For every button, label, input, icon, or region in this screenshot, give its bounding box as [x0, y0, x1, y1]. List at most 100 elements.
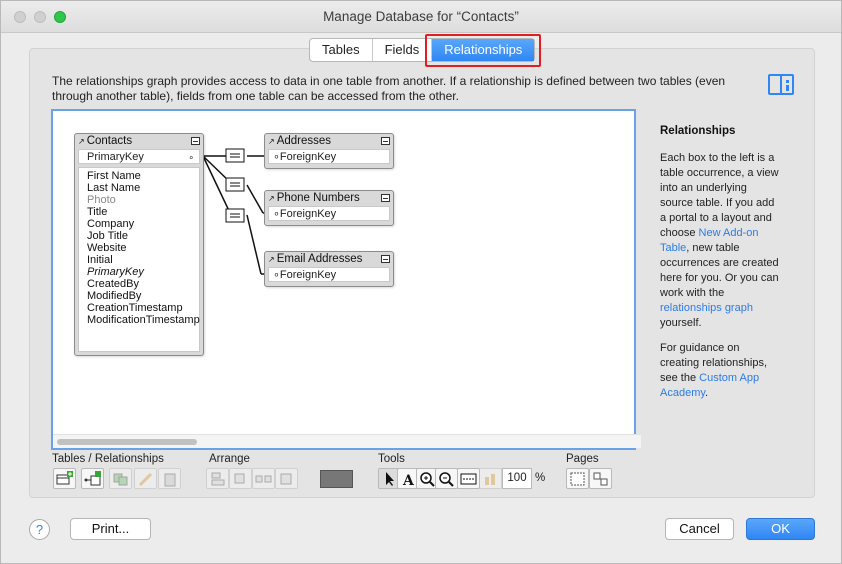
page-breaks-button[interactable]	[457, 468, 480, 489]
field-item[interactable]: First Name	[79, 170, 199, 182]
field-item[interactable]: ModifiedBy	[79, 290, 199, 302]
collapse-icon[interactable]	[381, 255, 390, 263]
add-relationship-button[interactable]	[81, 468, 104, 489]
table-occurrence-phone-numbers[interactable]: ↗ Phone Numbers ∘ForeignKey	[264, 190, 394, 226]
resize-button[interactable]	[229, 468, 252, 489]
distribute-button[interactable]	[252, 468, 275, 489]
print-button[interactable]: Print...	[70, 518, 151, 540]
table-occurrence-addresses[interactable]: ↗ Addresses ∘ForeignKey	[264, 133, 394, 169]
field-item[interactable]: Initial	[79, 254, 199, 266]
manage-database-window: Manage Database for “Contacts” Tables Fi…	[0, 0, 842, 564]
relationships-graph[interactable]: ↗ Contacts PrimaryKey ∘ First Name Last N…	[51, 109, 684, 450]
table-header-addresses: ↗ Addresses	[265, 134, 393, 149]
toolbar-group-label: Tools	[378, 453, 405, 465]
key-field-name: ForeignKey	[279, 151, 337, 163]
title-bar: Manage Database for “Contacts”	[1, 1, 841, 33]
key-field-row[interactable]: PrimaryKey ∘	[78, 149, 200, 164]
field-item[interactable]: Website	[79, 242, 199, 254]
graph-options-icon	[485, 474, 495, 485]
key-marker-icon: ∘	[273, 208, 280, 220]
relationships-graph-link[interactable]: relationships graph	[660, 302, 753, 314]
table-occurrence-email-addresses[interactable]: ↗ Email Addresses ∘ForeignKey	[264, 251, 394, 287]
tab-relationships[interactable]: Relationships	[432, 39, 535, 61]
zoom-percent-label: %	[535, 472, 546, 484]
key-field-row[interactable]: ∘ForeignKey	[268, 206, 390, 221]
collapse-icon[interactable]	[191, 137, 200, 145]
tab-tables[interactable]: Tables	[310, 39, 373, 61]
field-list: First Name Last Name Photo Title Company…	[78, 167, 200, 352]
field-item[interactable]: Last Name	[79, 182, 199, 194]
arrange-button[interactable]	[275, 468, 298, 489]
edit-button[interactable]	[134, 468, 157, 489]
page-breaks-icon	[460, 473, 477, 485]
key-field-name: ForeignKey	[279, 208, 337, 220]
link-arrow-icon: ↗	[268, 194, 275, 203]
field-item[interactable]: PrimaryKey	[79, 266, 199, 278]
svg-text:A: A	[402, 473, 415, 487]
field-item[interactable]: Title	[79, 206, 199, 218]
key-marker-icon: ∘	[188, 152, 194, 162]
link-arrow-icon: ↗	[268, 255, 275, 264]
key-field-row[interactable]: ∘ForeignKey	[268, 149, 390, 164]
field-item[interactable]: CreationTimestamp	[79, 302, 199, 314]
table-header-contacts: ↗ Contacts	[75, 134, 203, 149]
zoom-out-button[interactable]	[435, 468, 458, 489]
relationship-equals-icon	[225, 148, 245, 163]
delete-button[interactable]	[158, 468, 181, 489]
link-arrow-icon: ↗	[78, 137, 85, 146]
collapse-icon[interactable]	[381, 137, 390, 145]
field-item[interactable]: Company	[79, 218, 199, 230]
table-header-email-addresses: ↗ Email Addresses	[265, 252, 393, 267]
description-text: The relationships graph provides access …	[52, 74, 726, 103]
sidebar-paragraph: For guidance on creating relationships, …	[660, 341, 780, 401]
relationship-equals-icon	[225, 177, 245, 192]
color-picker[interactable]	[320, 470, 353, 488]
align-button[interactable]	[206, 468, 229, 489]
key-field-name: PrimaryKey	[87, 151, 144, 163]
link-arrow-icon: ↗	[268, 137, 275, 146]
sidebar-paragraph: Each box to the left is a table occurren…	[660, 151, 780, 331]
toolbar-group-label: Arrange	[209, 453, 250, 465]
field-item[interactable]: Photo	[79, 194, 199, 206]
toggle-sidebar-icon[interactable]	[768, 74, 794, 95]
cancel-button[interactable]: Cancel	[665, 518, 734, 540]
table-name: Contacts	[86, 135, 133, 147]
add-table-icon	[56, 471, 73, 485]
duplicate-icon	[113, 473, 128, 486]
page-layout-button[interactable]	[589, 468, 612, 489]
tab-fields[interactable]: Fields	[373, 39, 433, 61]
graph-options-button[interactable]	[479, 468, 502, 489]
add-table-button[interactable]	[53, 468, 76, 489]
collapse-icon[interactable]	[381, 194, 390, 202]
zoom-level-field[interactable]: 100	[502, 468, 532, 489]
sidebar-text: .	[705, 387, 709, 399]
horizontal-scroll-thumb[interactable]	[57, 439, 197, 445]
zoom-out-icon	[439, 472, 454, 487]
key-marker-icon: ∘	[273, 269, 280, 281]
toolbar-group-label: Pages	[566, 453, 599, 465]
horizontal-scrollbar[interactable]	[53, 434, 670, 448]
relationship-equals-icon	[225, 208, 245, 223]
key-marker-icon: ∘	[273, 151, 280, 163]
resize-icon	[234, 473, 245, 484]
key-field-name: ForeignKey	[279, 269, 337, 281]
distribute-icon	[255, 475, 272, 483]
duplicate-button[interactable]	[109, 468, 132, 489]
tab-bar: Tables Fields Relationships	[309, 38, 536, 62]
pencil-icon	[138, 472, 153, 487]
field-item[interactable]: Job Title	[79, 230, 199, 242]
help-button[interactable]: ?	[29, 519, 50, 540]
page-setup-button[interactable]	[566, 468, 589, 489]
help-sidebar: Relationships Each box to the left is a …	[641, 109, 791, 450]
field-item[interactable]: CreatedBy	[79, 278, 199, 290]
key-field-row[interactable]: ∘ForeignKey	[268, 267, 390, 282]
table-occurrence-contacts[interactable]: ↗ Contacts PrimaryKey ∘ First Name Last N…	[74, 133, 204, 356]
ok-button[interactable]: OK	[746, 518, 815, 540]
add-relationship-icon	[84, 471, 101, 486]
field-item[interactable]: ModificationTimestamp	[79, 314, 200, 326]
page-layout-icon	[593, 472, 608, 486]
table-name: Phone Numbers	[276, 192, 360, 204]
arrange-icon	[280, 473, 292, 485]
toolbar-group-label: Tables / Relationships	[52, 453, 164, 465]
page-grid-icon	[570, 472, 585, 486]
